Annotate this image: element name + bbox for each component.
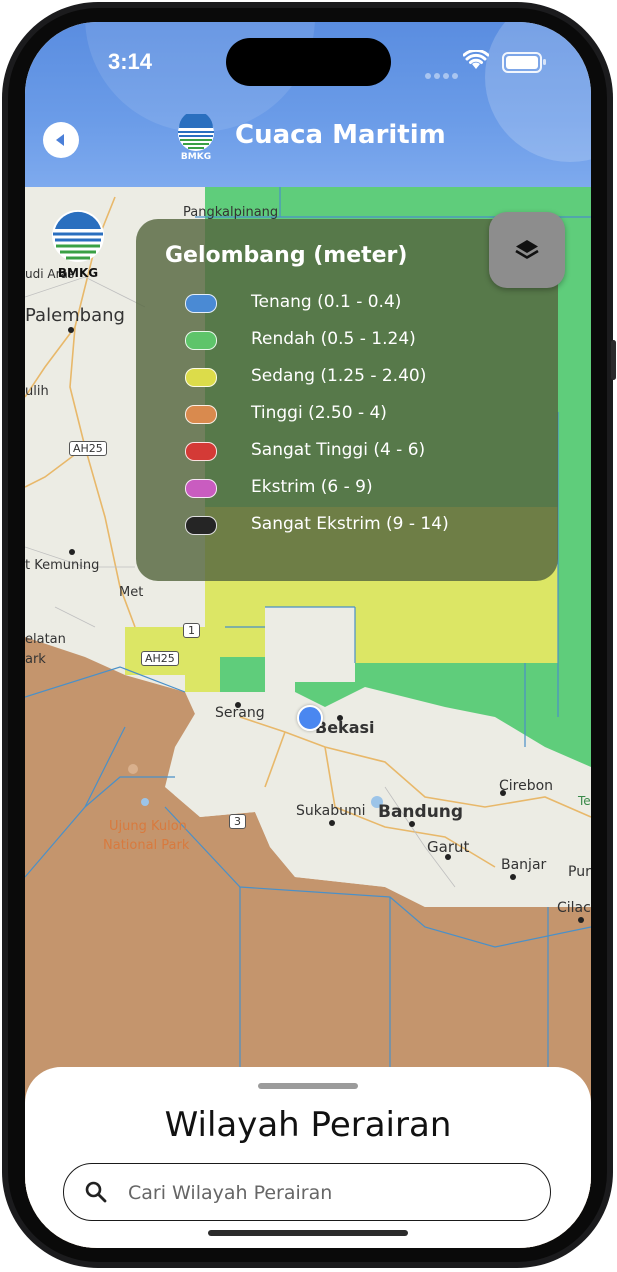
road-shield-ah25: AH25 <box>69 441 107 456</box>
legend-swatch <box>185 442 217 461</box>
bmkg-header-logo-text: BMKG <box>180 152 212 162</box>
legend-swatch <box>185 516 217 535</box>
dynamic-island <box>226 38 391 86</box>
map-label-ulih: ulih <box>25 384 49 399</box>
bmkg-header-logo: BMKG <box>173 111 219 164</box>
map-label-national-park: National Park <box>103 838 190 853</box>
map-label-palembang: Palembang <box>25 305 125 326</box>
side-button <box>611 340 616 380</box>
legend-swatch <box>185 368 217 387</box>
map-label-pur: Pur <box>568 864 591 880</box>
layers-icon <box>515 240 539 259</box>
map-label-bekasi: Bekasi <box>315 718 375 737</box>
road-shield-ah25-2: AH25 <box>141 651 179 666</box>
road-shield-one: 1 <box>183 623 200 638</box>
legend-label: Sangat Ekstrim (9 - 14) <box>251 514 449 534</box>
app-header: 3:14 BMKG Cuaca Maritim <box>25 22 591 187</box>
legend-label: Rendah (0.5 - 1.24) <box>251 329 416 349</box>
legend-swatch <box>185 294 217 313</box>
home-indicator[interactable] <box>208 1230 408 1236</box>
legend-label: Ekstrim (6 - 9) <box>251 477 373 497</box>
battery-icon <box>502 52 546 73</box>
screen: Pangkalpinang udi Aras Palembang ulih AH… <box>25 22 591 1248</box>
legend-swatch <box>185 331 217 350</box>
status-time: 3:14 <box>107 49 153 74</box>
legend-label: Tinggi (2.50 - 4) <box>251 403 387 423</box>
map-label-ujung-kulon: Ujung Kulon <box>109 819 187 834</box>
map-label-elatan: elatan <box>25 632 66 647</box>
page-title: Cuaca Maritim <box>235 120 446 150</box>
map-label-sukabumi: Sukabumi <box>296 803 366 819</box>
bmkg-logo-icon <box>178 111 214 151</box>
sea-zone-green-jakarta <box>220 657 265 692</box>
back-arrow-icon <box>56 134 64 146</box>
bmkg-map-logo-text: BMKG <box>57 266 99 280</box>
sheet-title: Wilayah Perairan <box>164 1105 452 1145</box>
map-label-garut: Garut <box>427 838 470 856</box>
layers-button[interactable] <box>489 212 565 288</box>
search-input[interactable] <box>126 1164 530 1221</box>
map-label-cirebon: Cirebon <box>499 778 554 794</box>
legend-label: Sangat Tinggi (4 - 6) <box>251 440 426 460</box>
current-location-pin[interactable] <box>297 705 323 731</box>
map-label-cilac: Cilac <box>557 900 591 916</box>
bmkg-logo-icon <box>52 210 104 262</box>
header-decoration <box>485 22 591 162</box>
lake <box>128 764 138 774</box>
lake <box>141 798 149 806</box>
map-label-kemuning: t Kemuning <box>25 558 100 573</box>
cellular-signal-icon <box>425 64 461 83</box>
legend-swatch <box>185 479 217 498</box>
bottom-sheet: Wilayah Perairan <box>25 1067 591 1248</box>
legend-swatch <box>185 405 217 424</box>
map-label-bandung: Bandung <box>378 802 464 822</box>
bmkg-map-logo: BMKG <box>47 209 109 281</box>
sheet-drag-handle[interactable] <box>258 1083 358 1089</box>
map-label-te: Te <box>578 794 591 808</box>
map-label-banjar: Banjar <box>501 857 547 873</box>
map-label-pangkalpinang: Pangkalpinang <box>183 205 279 220</box>
map-label-ark: ark <box>25 652 46 667</box>
legend-label: Tenang (0.1 - 0.4) <box>251 292 402 312</box>
map-label-met: Met <box>119 585 144 600</box>
search-icon <box>85 1181 107 1203</box>
wifi-icon <box>463 50 489 69</box>
legend-label: Sedang (1.25 - 2.40) <box>251 366 427 386</box>
map-label-serang: Serang <box>215 705 265 721</box>
road-shield-three: 3 <box>229 814 246 829</box>
search-box[interactable] <box>63 1163 551 1221</box>
back-button[interactable] <box>43 122 79 158</box>
legend-title: Gelombang (meter) <box>165 243 408 268</box>
